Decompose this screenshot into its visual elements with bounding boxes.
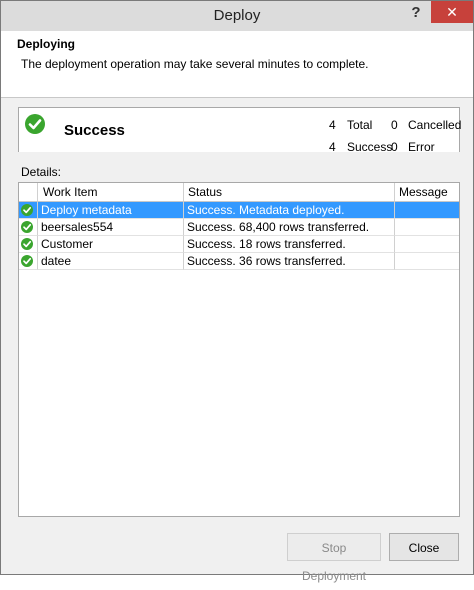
- column-header-work-item[interactable]: Work Item: [38, 183, 184, 201]
- window-close-button[interactable]: ✕: [431, 1, 473, 23]
- success-label: Success: [64, 122, 125, 139]
- stat-error-label: Error: [408, 140, 435, 154]
- table-row[interactable]: Deploy metadata Success. Metadata deploy…: [19, 202, 459, 219]
- grid-header: Work Item Status Message: [19, 183, 459, 202]
- header-title: Deploying: [17, 37, 76, 51]
- table-row[interactable]: beersales554 Success. 68,400 rows transf…: [19, 219, 459, 236]
- row-icon-cell: [19, 236, 38, 253]
- title-bar[interactable]: Deploy ? ✕: [1, 1, 473, 31]
- message-cell: [395, 253, 459, 270]
- summary-panel: Success 4 Total 0 Cancelled 4 Success 0 …: [18, 107, 462, 154]
- work-item-cell: beersales554: [38, 219, 184, 236]
- success-check-icon: [21, 255, 33, 267]
- work-item-cell: Customer: [38, 236, 184, 253]
- stop-deployment-button[interactable]: Stop Deployment: [287, 533, 381, 583]
- status-cell: Success. 18 rows transferred.: [184, 236, 395, 253]
- stat-total-count: 4: [329, 118, 336, 132]
- work-item-cell: datee: [38, 253, 184, 270]
- message-cell: [395, 202, 459, 219]
- success-check-icon: [21, 204, 33, 216]
- status-cell: Success. 36 rows transferred.: [184, 253, 395, 270]
- stat-error-count: 0: [391, 140, 398, 154]
- success-check-icon: [25, 114, 45, 134]
- work-item-cell: Deploy metadata: [38, 202, 184, 219]
- stat-success-count: 4: [329, 140, 336, 154]
- stat-cancelled-count: 0: [391, 118, 398, 132]
- column-header-message[interactable]: Message: [395, 183, 459, 201]
- details-label: Details:: [21, 165, 62, 179]
- close-button[interactable]: Close: [389, 533, 459, 561]
- row-icon-cell: [19, 253, 38, 270]
- success-check-icon: [21, 221, 33, 233]
- status-cell: Success. 68,400 rows transferred.: [184, 219, 395, 236]
- row-icon-cell: [19, 219, 38, 236]
- table-row[interactable]: Customer Success. 18 rows transferred.: [19, 236, 459, 253]
- header-icon-column[interactable]: [19, 183, 38, 201]
- success-check-icon: [21, 238, 33, 250]
- header-description: The deployment operation may take severa…: [21, 57, 369, 71]
- stat-cancelled-label: Cancelled: [408, 118, 462, 132]
- message-cell: [395, 219, 459, 236]
- help-button[interactable]: ?: [405, 2, 427, 24]
- stat-success-label: Success: [347, 140, 393, 154]
- column-header-status[interactable]: Status: [184, 183, 395, 201]
- header-panel: Deploying The deployment operation may t…: [1, 31, 473, 98]
- row-icon-cell: [19, 202, 38, 219]
- details-grid[interactable]: Work Item Status Message Deploy metadata…: [18, 182, 460, 517]
- window-title: Deploy: [213, 7, 261, 24]
- status-cell: Success. Metadata deployed.: [184, 202, 395, 219]
- message-cell: [395, 236, 459, 253]
- table-row[interactable]: datee Success. 36 rows transferred.: [19, 253, 459, 270]
- deploy-dialog: Deploy ? ✕ Deploying The deployment oper…: [0, 0, 474, 583]
- stat-total-label: Total: [347, 118, 373, 132]
